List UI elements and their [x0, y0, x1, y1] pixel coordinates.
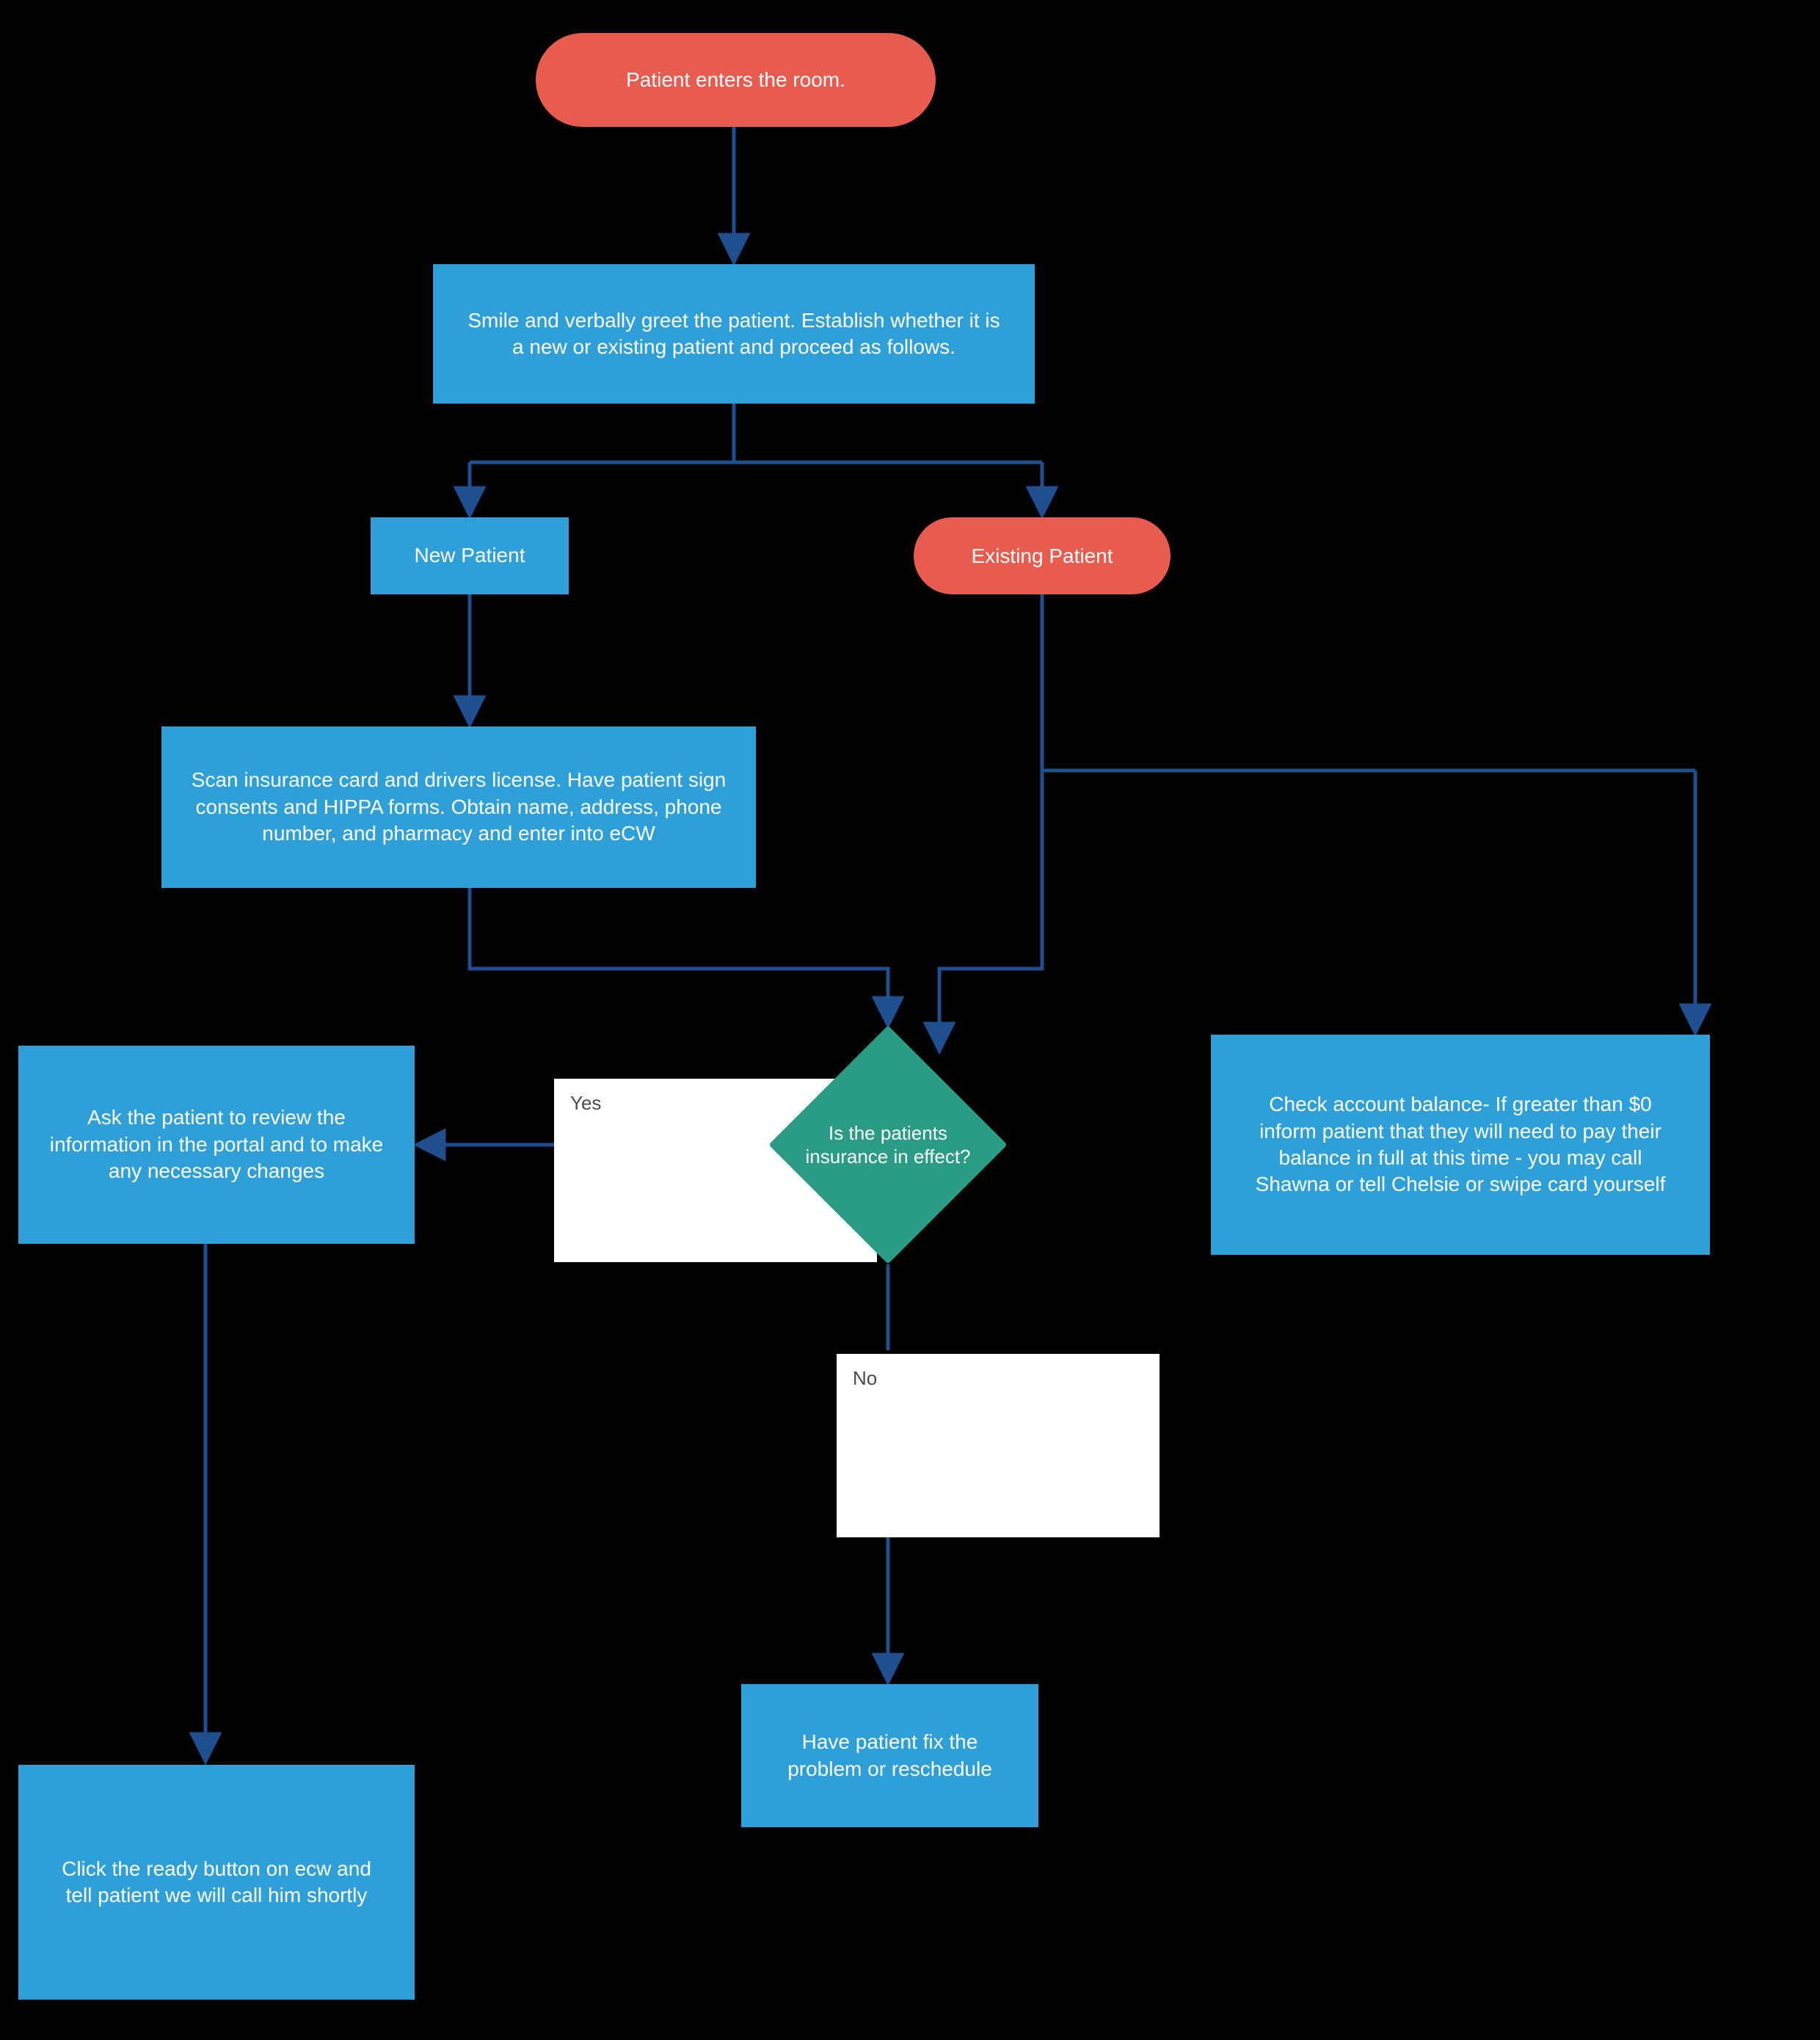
- node-fix: Have patient fix the problem or reschedu…: [741, 1684, 1038, 1827]
- node-decision: Is the patients insurance in effect?: [804, 1060, 972, 1229]
- node-review: Ask the patient to review the informatio…: [18, 1046, 415, 1244]
- node-new-patient: New Patient: [371, 517, 569, 594]
- node-review-text: Ask the patient to review the informatio…: [48, 1104, 385, 1184]
- node-ready-text: Click the ready button on ecw and tell p…: [48, 1856, 385, 1909]
- decision-no-label: No: [853, 1367, 877, 1390]
- node-start: Patient enters the room.: [536, 33, 936, 127]
- node-ready: Click the ready button on ecw and tell p…: [18, 1765, 415, 2000]
- decision-yes-label: Yes: [570, 1092, 601, 1115]
- node-greet: Smile and verbally greet the patient. Es…: [433, 264, 1035, 404]
- node-scan-text: Scan insurance card and drivers license.…: [191, 767, 727, 847]
- decision-no-label-box: No: [837, 1354, 1160, 1537]
- node-fix-text: Have patient fix the problem or reschedu…: [771, 1729, 1009, 1782]
- flowchart-canvas: Patient enters the room. Smile and verba…: [0, 0, 1820, 2040]
- node-scan: Scan insurance card and drivers license.…: [161, 726, 756, 888]
- node-balance-text: Check account balance- If greater than $…: [1240, 1091, 1681, 1198]
- node-existing-patient: Existing Patient: [914, 517, 1171, 594]
- node-existing-patient-text: Existing Patient: [972, 544, 1113, 568]
- node-greet-text: Smile and verbally greet the patient. Es…: [462, 307, 1005, 361]
- node-balance: Check account balance- If greater than $…: [1211, 1035, 1710, 1255]
- node-new-patient-text: New Patient: [415, 542, 525, 569]
- node-decision-text: Is the patients insurance in effect?: [763, 1060, 1013, 1229]
- node-start-text: Patient enters the room.: [626, 68, 845, 92]
